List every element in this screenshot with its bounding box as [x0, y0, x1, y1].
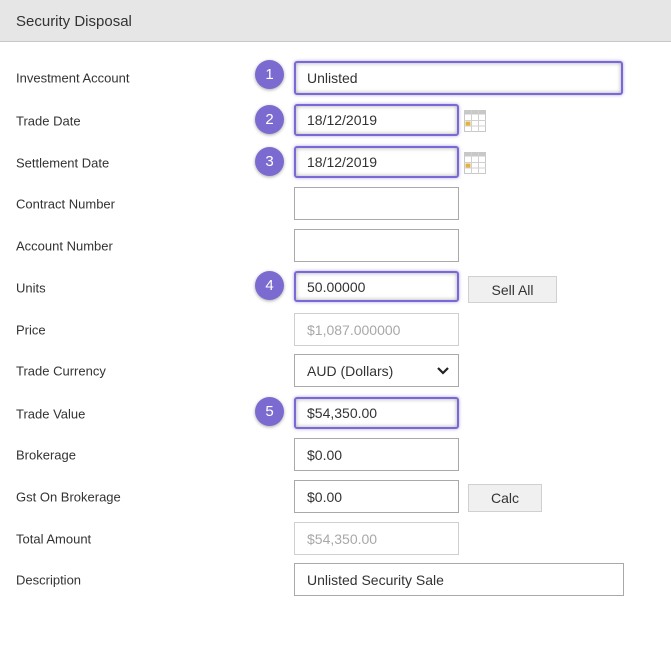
- calc-button[interactable]: Calc: [468, 484, 542, 512]
- contract-number-input[interactable]: [294, 187, 459, 220]
- investment-account-input[interactable]: Unlisted: [294, 61, 623, 95]
- trade-currency-value: AUD (Dollars): [307, 362, 394, 379]
- row-trade-date: Trade Date 2 18/12/2019: [0, 104, 671, 138]
- sell-all-button[interactable]: Sell All: [468, 276, 557, 303]
- step-badge-3: 3: [255, 147, 284, 176]
- brokerage-label: Brokerage: [16, 447, 76, 463]
- trade-currency-label: Trade Currency: [16, 363, 106, 379]
- step-badge-4: 4: [255, 271, 284, 300]
- gst-on-brokerage-label: Gst On Brokerage: [16, 489, 121, 505]
- brokerage-input[interactable]: $0.00: [294, 438, 459, 471]
- row-total-amount: Total Amount $54,350.00: [0, 522, 671, 556]
- trade-value-input[interactable]: $54,350.00: [294, 397, 459, 429]
- row-brokerage: Brokerage $0.00: [0, 438, 671, 472]
- price-input: $1,087.000000: [294, 313, 459, 346]
- step-badge-2: 2: [255, 105, 284, 134]
- total-amount-label: Total Amount: [16, 531, 92, 547]
- contract-number-label: Contract Number: [16, 196, 115, 212]
- account-number-label: Account Number: [16, 238, 113, 254]
- row-trade-value: Trade Value 5 $54,350.00: [0, 397, 671, 431]
- settlement-date-input[interactable]: 18/12/2019: [294, 146, 459, 178]
- calendar-icon[interactable]: [464, 152, 486, 174]
- row-price: Price $1,087.000000: [0, 313, 671, 347]
- total-amount-input: $54,350.00: [294, 522, 459, 555]
- row-trade-currency: Trade Currency AUD (Dollars): [0, 354, 671, 388]
- row-account-number: Account Number: [0, 229, 671, 263]
- row-contract-number: Contract Number: [0, 187, 671, 221]
- description-input[interactable]: Unlisted Security Sale: [294, 563, 624, 596]
- units-input[interactable]: 50.00000: [294, 271, 459, 302]
- gst-on-brokerage-input[interactable]: $0.00: [294, 480, 459, 513]
- settlement-date-label: Settlement Date: [16, 155, 110, 171]
- description-label: Description: [16, 572, 82, 588]
- row-investment-account: Investment Account 1 Unlisted: [0, 60, 671, 95]
- price-label: Price: [16, 322, 46, 338]
- row-description: Description Unlisted Security Sale: [0, 563, 671, 597]
- row-gst-on-brokerage: Gst On Brokerage $0.00 Calc: [0, 480, 671, 514]
- panel-header: Security Disposal: [0, 0, 671, 42]
- step-badge-1: 1: [255, 60, 284, 89]
- trade-currency-select[interactable]: AUD (Dollars): [294, 354, 459, 387]
- calendar-icon[interactable]: [464, 110, 486, 132]
- row-units: Units 4 50.00000 Sell All: [0, 271, 671, 305]
- step-badge-5: 5: [255, 397, 284, 426]
- account-number-input[interactable]: [294, 229, 459, 262]
- chevron-down-icon: [437, 366, 449, 375]
- page-title: Security Disposal: [16, 13, 132, 30]
- trade-date-label: Trade Date: [16, 113, 81, 129]
- row-settlement-date: Settlement Date 3 18/12/2019: [0, 146, 671, 180]
- trade-date-input[interactable]: 18/12/2019: [294, 104, 459, 136]
- trade-value-label: Trade Value: [16, 406, 86, 422]
- units-label: Units: [16, 280, 46, 296]
- investment-account-label: Investment Account: [16, 70, 130, 86]
